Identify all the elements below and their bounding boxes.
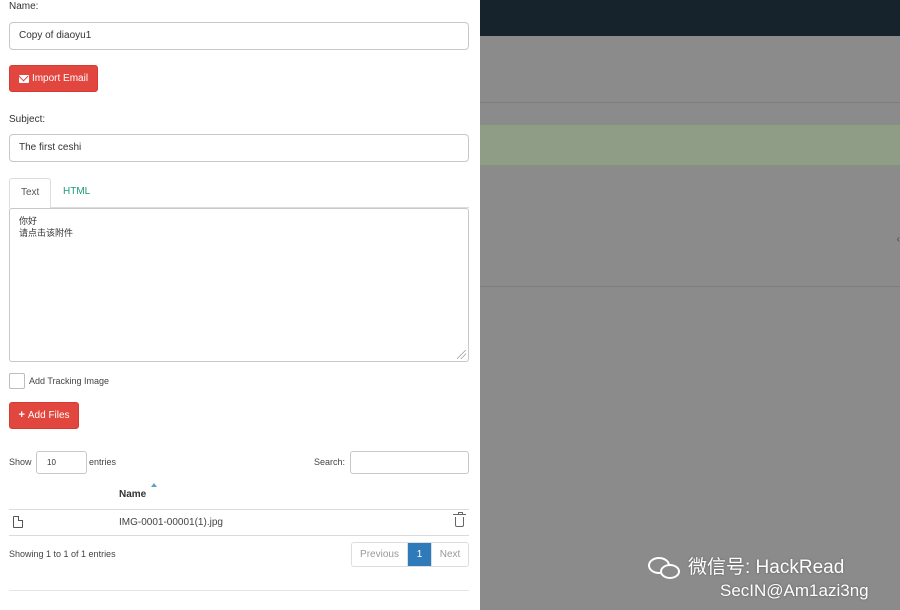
import-email-button[interactable]: Import Email bbox=[9, 65, 98, 92]
add-files-button[interactable]: + Add Files bbox=[9, 402, 79, 429]
envelope-icon bbox=[18, 74, 29, 83]
wechat-icon bbox=[646, 556, 682, 580]
pagination: Previous 1 Next bbox=[351, 542, 469, 567]
background-app: ‹ bbox=[480, 0, 900, 610]
pagination-page-1[interactable]: 1 bbox=[408, 543, 431, 566]
tracking-image-checkbox[interactable] bbox=[9, 373, 25, 389]
watermark: 微信号: HackRead SecIN@Am1azi3ng bbox=[646, 556, 896, 602]
body-line: 请点击该附件 bbox=[19, 228, 74, 238]
name-label: Name: bbox=[9, 1, 39, 12]
pagination-next[interactable]: Next bbox=[431, 543, 468, 566]
trash-icon[interactable] bbox=[453, 512, 466, 527]
editor-tabs: Text HTML bbox=[9, 178, 469, 209]
watermark-line2: SecIN@Am1azi3ng bbox=[720, 581, 869, 600]
resize-handle[interactable] bbox=[457, 350, 466, 359]
add-files-label: Add Files bbox=[27, 410, 70, 421]
panel-bottom-divider bbox=[9, 590, 469, 591]
import-email-label: Import Email bbox=[31, 73, 89, 84]
show-label: Show bbox=[9, 457, 32, 467]
background-success-alert bbox=[480, 124, 900, 166]
new-template-panel: Name: Copy of diaoyu1 Import Email Subje… bbox=[0, 0, 480, 610]
file-name: IMG-0001-00001(1).jpg bbox=[119, 517, 223, 528]
watermark-line1: 微信号: HackRead bbox=[688, 557, 845, 578]
background-navbar bbox=[480, 0, 900, 36]
subject-input[interactable]: The first ceshi bbox=[9, 134, 469, 162]
pagination-previous[interactable]: Previous bbox=[352, 543, 408, 566]
background-divider bbox=[480, 286, 900, 287]
subject-label: Subject: bbox=[9, 114, 46, 125]
plus-icon: + bbox=[18, 409, 25, 421]
column-header-name[interactable]: Name bbox=[119, 489, 146, 500]
email-body-textarea[interactable]: 你好 请点击该附件 bbox=[9, 208, 469, 362]
table-info: Showing 1 to 1 of 1 entries bbox=[9, 549, 116, 559]
table-header-divider bbox=[9, 509, 469, 510]
body-line: 你好 bbox=[19, 216, 38, 226]
name-input[interactable]: Copy of diaoyu1 bbox=[9, 22, 469, 50]
sort-asc-icon bbox=[151, 483, 157, 487]
table-row-divider bbox=[9, 535, 469, 536]
background-divider bbox=[480, 102, 900, 103]
tab-text[interactable]: Text bbox=[9, 178, 52, 209]
search-input[interactable] bbox=[350, 451, 469, 474]
background-edge-glyph: ‹ bbox=[896, 234, 900, 245]
entries-label: entries bbox=[89, 457, 117, 467]
tab-html[interactable]: HTML bbox=[52, 178, 101, 208]
tracking-image-label: Add Tracking Image bbox=[29, 376, 110, 386]
file-icon bbox=[13, 516, 23, 528]
search-label: Search: bbox=[314, 457, 346, 467]
entries-length-select[interactable]: 10 bbox=[36, 451, 87, 474]
